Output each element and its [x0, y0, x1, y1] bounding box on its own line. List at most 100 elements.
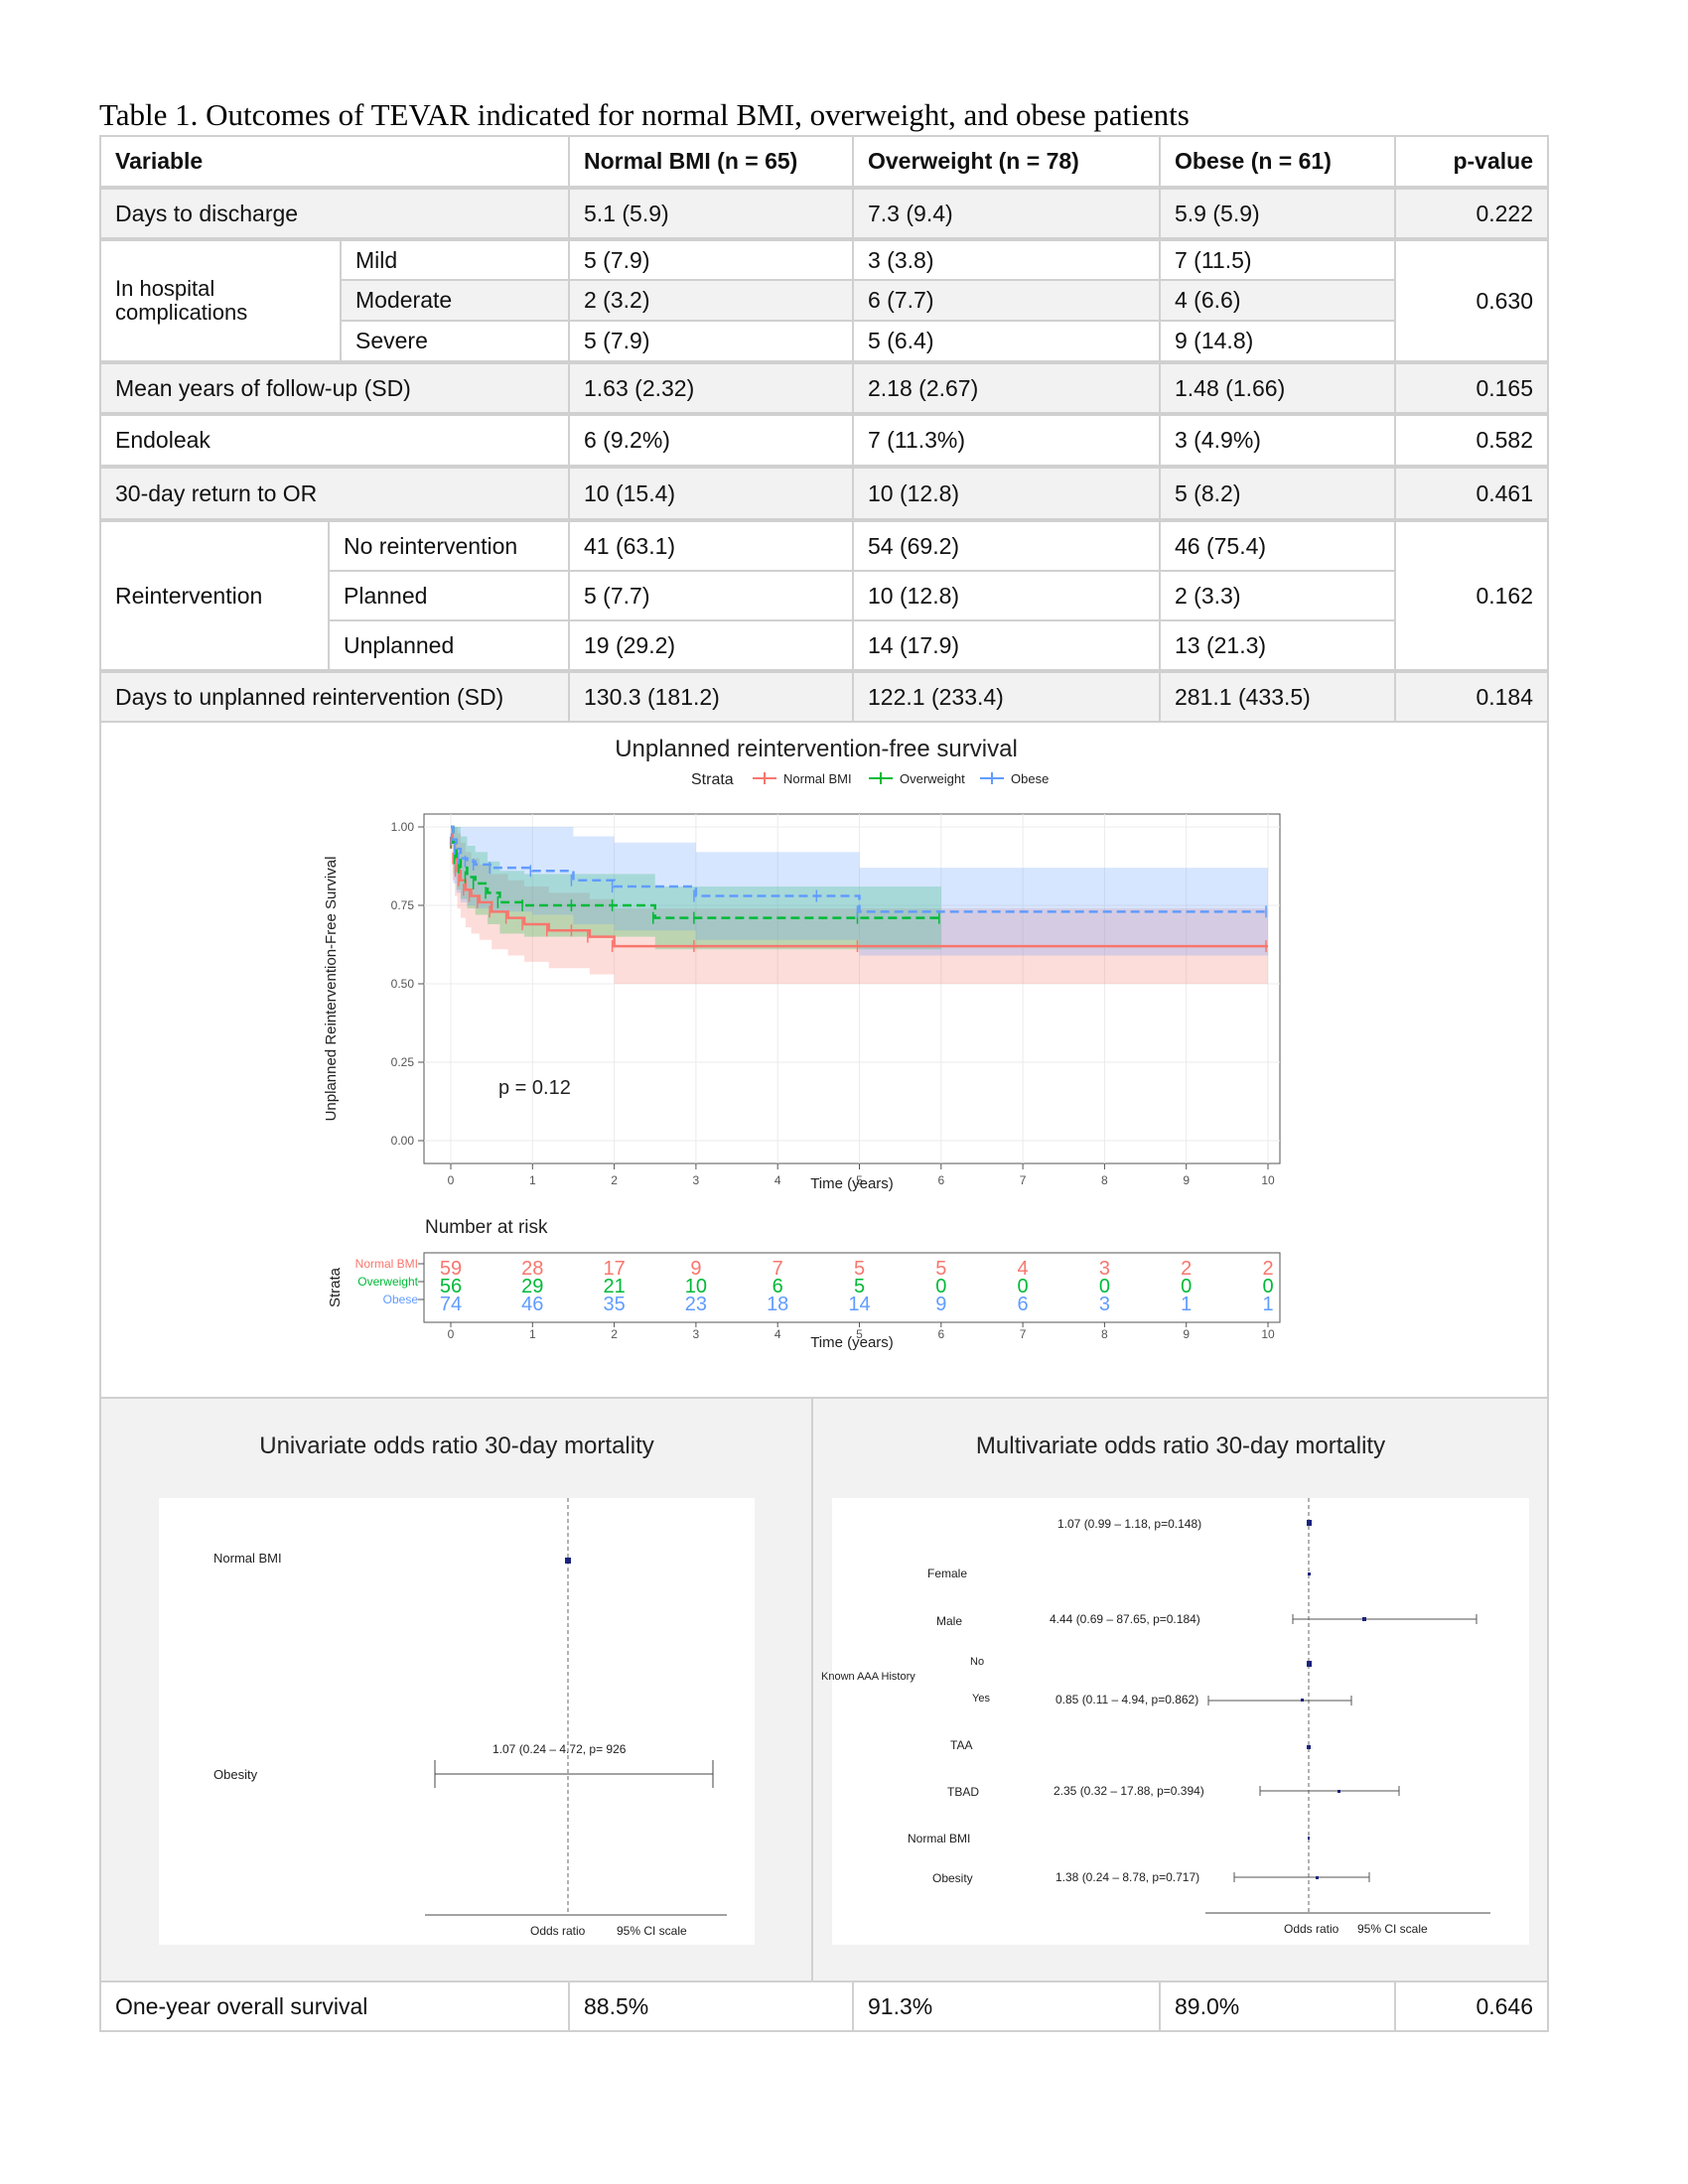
cell-normal-bmi: 130.3 (181.2): [568, 671, 854, 723]
cell-obese: 7 (11.5): [1159, 239, 1396, 281]
risk-value: 9: [935, 1294, 946, 1315]
cell-obese: 4 (6.6): [1159, 279, 1396, 322]
row-days-to-unplanned-reintervention: Days to unplanned reintervention (SD) 13…: [99, 671, 1549, 723]
risk-value: 74: [440, 1294, 462, 1315]
univariate-scale-label: 95% CI scale: [617, 1924, 687, 1938]
x-tick-label: 7: [1020, 1173, 1027, 1187]
km-panel: Unplanned reintervention-free survival S…: [99, 721, 1549, 1399]
km-panel-title: Unplanned reintervention-free survival: [615, 736, 1018, 762]
cell-obese: 3 (4.9%): [1159, 414, 1396, 467]
risk-x-tick-label: 8: [1101, 1327, 1108, 1341]
risk-x-tick-label: 7: [1020, 1327, 1027, 1341]
cell-obese: 5.9 (5.9): [1159, 188, 1396, 239]
header-obese: Obese (n = 61): [1159, 135, 1396, 188]
km-plot: Unplanned reintervention-free survival S…: [323, 736, 1281, 1351]
cell-overweight: 3 (3.8): [852, 239, 1161, 281]
risk-table-title: Number at risk: [425, 1217, 548, 1238]
risk-x-tick-label: 4: [774, 1327, 781, 1341]
point-top: [1307, 1520, 1312, 1526]
risk-x-tick-label: 9: [1183, 1327, 1190, 1341]
header-variable: Variable: [99, 135, 570, 188]
sub-label-planned: Planned: [328, 570, 570, 621]
cell-overweight: 14 (17.9): [852, 619, 1161, 671]
x-tick-label: 10: [1261, 1173, 1275, 1187]
row-label: One-year overall survival: [99, 1980, 570, 2032]
risk-value: 18: [767, 1294, 788, 1315]
row-label: Days to discharge: [99, 188, 570, 239]
row-days-to-discharge: Days to discharge 5.1 (5.9) 7.3 (9.4) 5.…: [99, 188, 1549, 239]
label-male: Male: [936, 1614, 962, 1628]
x-tick-label: 6: [937, 1173, 944, 1187]
ci-text-yes: 0.85 (0.11 – 4.94, p=0.862): [1055, 1693, 1198, 1706]
row-mean-years-follow-up: Mean years of follow-up (SD) 1.63 (2.32)…: [99, 362, 1549, 414]
multivariate-panel: Multivariate odds ratio 30-day mortality…: [811, 1397, 1549, 1982]
sub-label-mild: Mild: [340, 239, 570, 281]
y-tick-label: 0.50: [391, 977, 415, 991]
cell-overweight: 10 (12.8): [852, 467, 1161, 520]
label-normal-bmi: Normal BMI: [908, 1832, 970, 1845]
risk-row-label: Normal BMI: [355, 1257, 418, 1271]
x-tick-label: 2: [611, 1173, 618, 1187]
legend-label: Normal BMI: [783, 771, 852, 786]
point-normal-bmi: [565, 1558, 571, 1564]
sub-label-moderate: Moderate: [340, 279, 570, 322]
risk-value: 46: [521, 1294, 543, 1315]
km-legend: Strata Normal BMI Overweight Obese: [691, 771, 1049, 788]
header-normal-bmi: Normal BMI (n = 65): [568, 135, 854, 188]
cell-p-value: 0.630: [1394, 239, 1549, 362]
header-overweight: Overweight (n = 78): [852, 135, 1161, 188]
x-tick-label: 0: [448, 1173, 455, 1187]
legend-label: Obese: [1011, 771, 1049, 786]
risk-row-label: Overweight: [357, 1275, 418, 1289]
row-label: Reintervention: [99, 520, 330, 671]
univariate-panel-title: Univariate odds ratio 30-day mortality: [259, 1433, 654, 1459]
label-no: No: [970, 1656, 984, 1668]
label-tbad: TBAD: [947, 1785, 979, 1799]
risk-y-axis-label: Strata: [327, 1267, 344, 1307]
cell-normal-bmi: 41 (63.1): [568, 520, 854, 572]
km-x-axis-label: Time (years): [810, 1175, 894, 1192]
cell-normal-bmi: 6 (9.2%): [568, 414, 854, 467]
cell-obese: 9 (14.8): [1159, 320, 1396, 362]
row-in-hospital-complications: In hospital complications Mild Moderate …: [99, 239, 1549, 362]
x-tick-label: 1: [529, 1173, 536, 1187]
univariate-forest-plot: Univariate odds ratio 30-day mortality N…: [159, 1433, 755, 1945]
sub-label-severe: Severe: [340, 320, 570, 362]
cell-obese: 13 (21.3): [1159, 619, 1396, 671]
x-tick-label: 4: [774, 1173, 781, 1187]
row-label: 30-day return to OR: [99, 467, 570, 520]
cell-obese: 2 (3.3): [1159, 570, 1396, 621]
risk-value: 6: [1018, 1294, 1029, 1315]
risk-x-tick-label: 6: [937, 1327, 944, 1341]
multivariate-x-label: Odds ratio: [1284, 1922, 1339, 1936]
row-label: Mean years of follow-up (SD): [99, 362, 570, 414]
label-yes: Yes: [972, 1693, 990, 1705]
row-endoleak: Endoleak 6 (9.2%) 7 (11.3%) 3 (4.9%) 0.5…: [99, 414, 1549, 467]
x-tick-label: 9: [1183, 1173, 1190, 1187]
risk-x-tick-label: 0: [448, 1327, 455, 1341]
cell-p-value: 0.165: [1394, 362, 1549, 414]
cell-overweight: 54 (69.2): [852, 520, 1161, 572]
km-y-axis-label: Unplanned Reintervention-Free Survival: [323, 857, 340, 1122]
cell-overweight: 7 (11.3%): [852, 414, 1161, 467]
point-tbad: [1337, 1790, 1340, 1793]
risk-value: 35: [603, 1294, 625, 1315]
ci-text-male: 4.44 (0.69 – 87.65, p=0.184): [1050, 1612, 1200, 1626]
multivariate-scale-label: 95% CI scale: [1357, 1922, 1428, 1936]
risk-x-tick-label: 2: [611, 1327, 618, 1341]
point-yes: [1301, 1699, 1304, 1702]
point-obesity: [1316, 1876, 1319, 1879]
risk-x-axis-label: Time (years): [810, 1334, 894, 1351]
ci-text-obesity: 1.07 (0.24 – 4.72, p= 926: [492, 1742, 627, 1756]
legend-label: Overweight: [900, 771, 965, 786]
risk-x-tick-label: 3: [693, 1327, 700, 1341]
point-no: [1307, 1661, 1312, 1667]
label-female: Female: [927, 1567, 967, 1580]
x-tick-label: 3: [693, 1173, 700, 1187]
sub-label-no-reintervention: No reintervention: [328, 520, 570, 572]
label-known-aaa-history: Known AAA History: [821, 1671, 915, 1683]
row-one-year-overall-survival: One-year overall survival 88.5% 91.3% 89…: [99, 1980, 1549, 2032]
cell-normal-bmi: 5 (7.9): [568, 320, 854, 362]
legend-title: Strata: [691, 771, 734, 788]
cell-normal-bmi: 5.1 (5.9): [568, 188, 854, 239]
